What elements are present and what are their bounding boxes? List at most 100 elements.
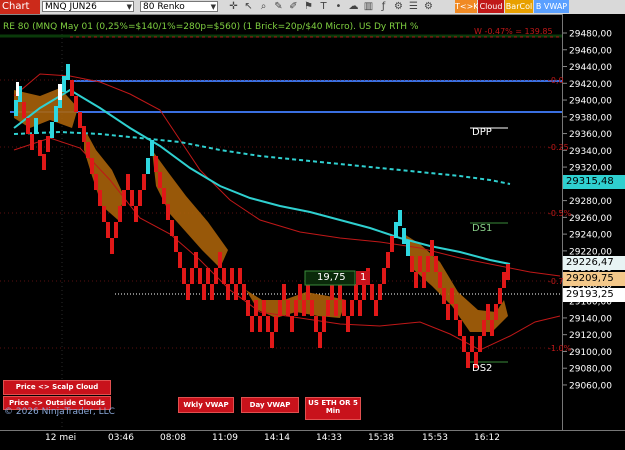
bear-brick — [134, 206, 138, 222]
price-tick-label: 29120,00 — [569, 331, 612, 341]
chart-tab[interactable]: Chart — [0, 0, 40, 14]
bear-brick — [470, 336, 474, 352]
bear-brick — [90, 158, 94, 174]
zoom-icon[interactable]: ⌕ — [258, 1, 269, 12]
settings-icon[interactable]: ⚙ — [423, 1, 434, 12]
time-label: 14:33 — [316, 433, 342, 443]
bear-brick — [38, 140, 42, 156]
bear-brick — [78, 112, 82, 128]
time-label: 14:14 — [264, 433, 290, 443]
bear-brick — [334, 300, 338, 316]
bear-brick — [202, 284, 206, 300]
price-tick-label: 29420,00 — [569, 80, 612, 90]
us-eth-button[interactable]: US ETH OR 5 Min — [305, 397, 361, 420]
text-icon[interactable]: T — [318, 1, 329, 12]
bear-brick — [486, 304, 490, 320]
bear-brick — [138, 190, 142, 206]
bear-brick — [186, 284, 190, 300]
bear-brick — [290, 316, 294, 332]
chevron-down-icon: ▼ — [126, 3, 132, 11]
bull-brick — [150, 140, 154, 156]
time-label: 12 mei — [45, 433, 77, 443]
bear-brick — [386, 252, 390, 268]
bear-brick — [114, 222, 118, 238]
instrument-selector[interactable]: MNQ JUN26 ▼ — [42, 1, 134, 12]
bear-brick — [430, 240, 434, 256]
bear-brick — [254, 300, 258, 316]
cloud-button[interactable]: Cloud — [478, 0, 504, 13]
bear-brick — [110, 238, 114, 254]
bear-brick — [374, 300, 378, 316]
bear-brick — [266, 316, 270, 332]
instrument-value: MNQ JUN26 — [45, 2, 97, 12]
indicator-icon[interactable]: ƒ — [378, 1, 389, 12]
bear-brick — [242, 284, 246, 300]
time-label: 15:38 — [368, 433, 394, 443]
price-tick-label: 29320,00 — [569, 164, 612, 174]
bear-brick — [298, 284, 302, 300]
chart-toolbar: Chart MNQ JUN26 ▼ 80 Renko ▼ ✛ ↖ ⌕ ✎ ✐ ⚑ T • ☁ ▥ ƒ… — [0, 0, 625, 15]
bear-brick — [338, 284, 342, 300]
bear-brick — [378, 284, 382, 300]
bear-brick — [182, 268, 186, 284]
dot-icon[interactable]: • — [333, 1, 344, 12]
bear-brick — [498, 288, 502, 304]
bull-brick — [34, 118, 38, 134]
bull-brick — [14, 100, 18, 116]
wkly-vwap-button[interactable]: Wkly VWAP — [178, 397, 234, 413]
flag-icon[interactable]: ⚑ — [303, 1, 314, 12]
bear-brick — [86, 142, 90, 158]
bear-brick — [106, 222, 110, 238]
us-eth-label: US ETH OR 5 — [308, 399, 358, 407]
bear-brick — [218, 252, 222, 268]
bar-type-selector[interactable]: 80 Renko ▼ — [140, 1, 218, 12]
price-tick-label: 29480,00 — [569, 30, 612, 40]
scalp-cloud-button[interactable]: Price <> Scalp Cloud — [3, 380, 111, 395]
strategy-icon[interactable]: ⚙ — [393, 1, 404, 12]
bear-brick — [330, 284, 334, 300]
draw-icon[interactable]: ✎ — [273, 1, 284, 12]
bear-brick — [42, 154, 46, 170]
renko-bricks — [14, 64, 510, 368]
cloud-icon[interactable]: ☁ — [348, 1, 359, 12]
price-tick-label: 29240,00 — [569, 231, 612, 241]
time-label: 03:46 — [108, 433, 134, 443]
barcol-button[interactable]: BarCol — [505, 0, 533, 13]
vwap-line — [13, 88, 511, 265]
bull-brick — [398, 210, 402, 226]
tk-button[interactable]: T<>K — [455, 0, 479, 13]
bear-brick — [170, 220, 174, 236]
bear-brick — [26, 118, 30, 134]
bear-brick — [282, 284, 286, 300]
pct-label-5: -0.5% — [548, 209, 572, 218]
cursor-icon[interactable]: ↖ — [243, 1, 254, 12]
bars-icon[interactable]: ▥ — [363, 1, 374, 12]
properties-icon[interactable]: ☰ — [408, 1, 419, 12]
chevron-down-icon: ▼ — [210, 3, 216, 11]
chart-header-text: RE 80 (MNQ May 01 (0,25%=$140/1%=280p=$5… — [3, 22, 419, 32]
price-tick-label: 29060,00 — [569, 381, 612, 391]
bear-brick — [354, 284, 358, 300]
time-label: 16:12 — [474, 433, 500, 443]
bull-brick — [394, 222, 398, 238]
pencil-icon[interactable]: ✐ — [288, 1, 299, 12]
cloud-fills — [14, 88, 508, 332]
day-vwap-button[interactable]: Day VWAP — [241, 397, 299, 413]
bear-brick — [382, 268, 386, 284]
bear-brick — [350, 300, 354, 316]
bear-brick — [446, 304, 450, 320]
price-tick-label: 29080,00 — [569, 365, 612, 375]
price-tick-label: 29280,00 — [569, 197, 612, 207]
bear-brick — [422, 272, 426, 288]
price-tick-label: 29440,00 — [569, 63, 612, 73]
bear-brick — [454, 304, 458, 320]
bear-brick — [494, 304, 498, 320]
bull-brick — [54, 106, 58, 122]
bear-brick — [270, 332, 274, 348]
bear-brick — [482, 320, 486, 336]
dpp-label: DPP — [472, 127, 492, 138]
crosshair-icon[interactable]: ✛ — [228, 1, 239, 12]
bvwap-button[interactable]: B VWAP — [534, 0, 569, 13]
bear-brick — [362, 284, 366, 300]
bull-brick — [402, 228, 406, 244]
